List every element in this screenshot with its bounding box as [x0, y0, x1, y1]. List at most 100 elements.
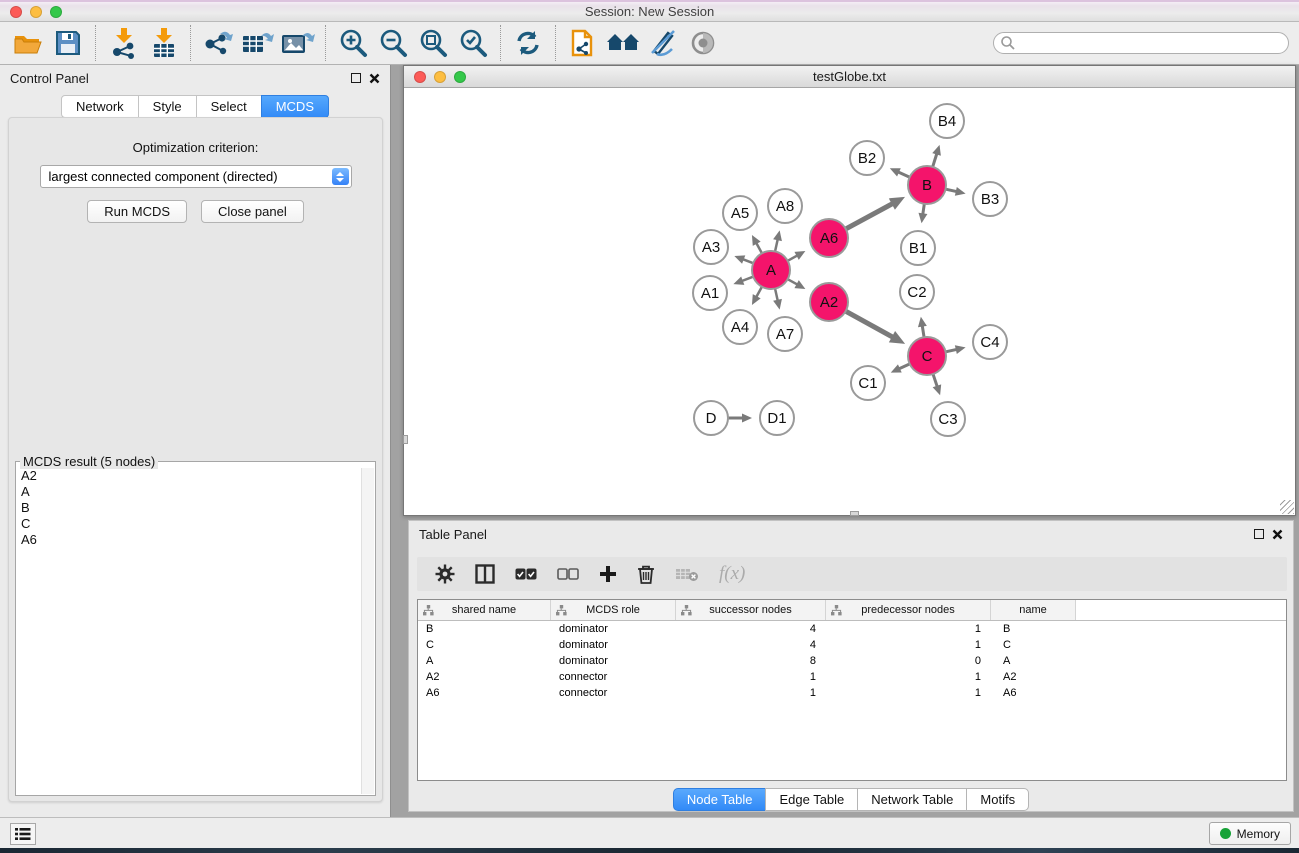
table-row[interactable]: Bdominator41B [418, 621, 1286, 637]
table-cell[interactable]: 4 [676, 637, 826, 653]
memory-button[interactable]: Memory [1209, 822, 1291, 845]
tab-network[interactable]: Network [61, 95, 139, 118]
deselect-all-icon[interactable] [557, 568, 579, 580]
criterion-select[interactable]: largest connected component (directed) [40, 165, 352, 188]
export-table-icon[interactable] [240, 26, 276, 60]
graph-node-C2[interactable]: C2 [900, 275, 934, 309]
graph-node-A7[interactable]: A7 [768, 317, 802, 351]
table-cell[interactable]: 1 [826, 685, 991, 701]
graph-node-A5[interactable]: A5 [723, 196, 757, 230]
table-cell[interactable]: 0 [826, 653, 991, 669]
table-cell[interactable]: A [418, 653, 551, 669]
column-header-shared-name[interactable]: shared name [418, 600, 551, 620]
graph-node-B3[interactable]: B3 [973, 182, 1007, 216]
mcds-result-list[interactable]: A2ABCA6 [17, 468, 360, 794]
show-columns-icon[interactable] [475, 564, 495, 584]
graph-node-A1[interactable]: A1 [693, 276, 727, 310]
delete-columns-icon[interactable] [637, 564, 655, 584]
export-image-icon[interactable] [280, 26, 316, 60]
table-cell[interactable]: B [991, 621, 1076, 637]
column-header-predecessor-nodes[interactable]: predecessor nodes [826, 600, 991, 620]
eye-icon[interactable] [685, 26, 721, 60]
table-float-panel-icon[interactable] [1254, 529, 1264, 539]
tab-node-table[interactable]: Node Table [673, 788, 767, 811]
table-cell[interactable]: 1 [826, 669, 991, 685]
graph-node-C[interactable]: C [908, 337, 946, 375]
table-cell[interactable]: 1 [826, 637, 991, 653]
graph-node-D[interactable]: D [694, 401, 728, 435]
tab-select[interactable]: Select [196, 95, 262, 118]
graph-node-B[interactable]: B [908, 166, 946, 204]
graph-node-D1[interactable]: D1 [760, 401, 794, 435]
import-network-icon[interactable] [105, 26, 141, 60]
table-cell[interactable]: A6 [991, 685, 1076, 701]
graph-node-C1[interactable]: C1 [851, 366, 885, 400]
graph-node-A8[interactable]: A8 [768, 189, 802, 223]
settings-gear-icon[interactable] [435, 564, 455, 584]
table-cell[interactable]: A2 [418, 669, 551, 685]
graph-node-A[interactable]: A [752, 251, 790, 289]
table-row[interactable]: Cdominator41C [418, 637, 1286, 653]
table-cell[interactable]: dominator [551, 653, 676, 669]
close-panel-icon[interactable] [369, 73, 380, 84]
table-cell[interactable]: dominator [551, 621, 676, 637]
graph-node-A6[interactable]: A6 [810, 219, 848, 257]
graph-node-B1[interactable]: B1 [901, 231, 935, 265]
table-cell[interactable]: A2 [991, 669, 1076, 685]
open-folder-icon[interactable] [10, 26, 46, 60]
add-column-icon[interactable] [599, 565, 617, 583]
graph-node-C3[interactable]: C3 [931, 402, 965, 436]
result-scrollbar[interactable] [361, 468, 374, 794]
table-cell[interactable]: 1 [826, 621, 991, 637]
graph-node-A4[interactable]: A4 [723, 310, 757, 344]
table-cell[interactable]: dominator [551, 637, 676, 653]
resize-grip-icon[interactable] [1280, 500, 1294, 514]
tab-style[interactable]: Style [138, 95, 197, 118]
table-cell[interactable]: 1 [676, 685, 826, 701]
close-panel-button[interactable]: Close panel [201, 200, 304, 223]
table-cell[interactable]: connector [551, 685, 676, 701]
result-item[interactable]: A6 [17, 532, 360, 548]
result-item[interactable]: B [17, 500, 360, 516]
select-stepper-icon[interactable] [332, 168, 349, 185]
left-resize-handle[interactable] [403, 435, 408, 444]
tab-edge-table[interactable]: Edge Table [765, 788, 858, 811]
table-cell[interactable]: B [418, 621, 551, 637]
refresh-icon[interactable] [510, 26, 546, 60]
zoom-selected-icon[interactable] [455, 26, 491, 60]
table-cell[interactable]: 4 [676, 621, 826, 637]
network-canvas[interactable]: B4B2BB3A5A8A6B1A3AA1C2A2A4A7CC1C4C3DD1 [404, 88, 1295, 514]
function-builder-icon[interactable]: f(x) [719, 563, 745, 585]
column-header-name[interactable]: name [991, 600, 1076, 620]
float-panel-icon[interactable] [351, 73, 361, 83]
run-mcds-button[interactable]: Run MCDS [87, 200, 187, 223]
tab-motifs[interactable]: Motifs [966, 788, 1029, 811]
bottom-resize-handle[interactable] [850, 511, 859, 516]
result-item[interactable]: A2 [17, 468, 360, 484]
save-floppy-icon[interactable] [50, 26, 86, 60]
zoom-in-icon[interactable] [335, 26, 371, 60]
result-item[interactable]: A [17, 484, 360, 500]
table-cell[interactable]: A [991, 653, 1076, 669]
table-row[interactable]: A6connector11A6 [418, 685, 1286, 701]
graph-node-C4[interactable]: C4 [973, 325, 1007, 359]
search-input[interactable] [1016, 34, 1288, 52]
table-cell[interactable]: C [991, 637, 1076, 653]
graph-node-A2[interactable]: A2 [810, 283, 848, 321]
pen-slash-icon[interactable] [645, 26, 681, 60]
select-all-checked-icon[interactable] [515, 568, 537, 580]
table-row[interactable]: Adominator80A [418, 653, 1286, 669]
tab-mcds[interactable]: MCDS [261, 95, 329, 118]
export-network-icon[interactable] [200, 26, 236, 60]
delete-table-icon[interactable] [675, 566, 699, 582]
zoom-out-icon[interactable] [375, 26, 411, 60]
task-history-button[interactable] [10, 823, 36, 845]
table-cell[interactable]: connector [551, 669, 676, 685]
graph-node-B4[interactable]: B4 [930, 104, 964, 138]
homes-icon[interactable] [605, 26, 641, 60]
tab-network-table[interactable]: Network Table [857, 788, 967, 811]
result-item[interactable]: C [17, 516, 360, 532]
import-table-icon[interactable] [145, 26, 181, 60]
table-row[interactable]: A2connector11A2 [418, 669, 1286, 685]
table-cell[interactable]: 8 [676, 653, 826, 669]
